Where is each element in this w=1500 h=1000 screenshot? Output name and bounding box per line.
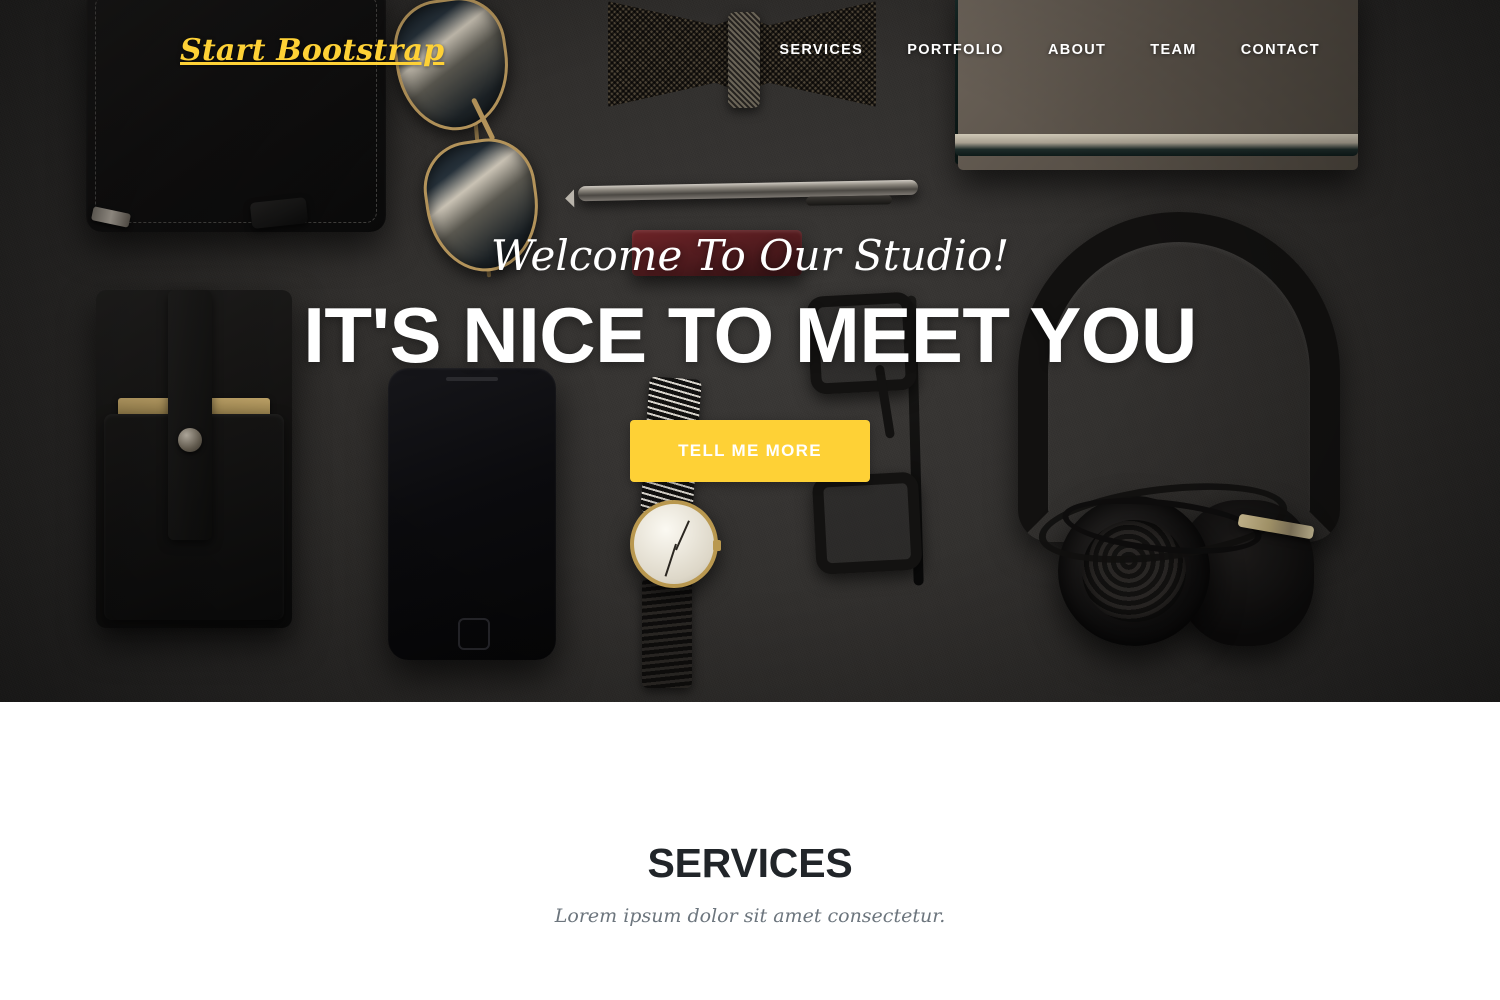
services-subheading: Lorem ipsum dolor sit amet consectetur. (554, 905, 946, 927)
nav-link-services[interactable]: Services (779, 42, 863, 58)
tell-me-more-button[interactable]: Tell Me More (630, 419, 870, 482)
nav-link-about[interactable]: About (1048, 42, 1106, 58)
nav-links: Services Portfolio About Team Contact (779, 42, 1320, 58)
nav-link-portfolio[interactable]: Portfolio (907, 42, 1004, 58)
hero-heading: It's Nice To Meet You (303, 291, 1197, 380)
brand-logo[interactable]: Start Bootstrap (180, 33, 444, 68)
hero-content: Welcome To Our Studio! It's Nice To Meet… (0, 0, 1500, 702)
nav-link-team[interactable]: Team (1150, 42, 1196, 58)
hero-lead-text: Welcome To Our Studio! (490, 231, 1010, 281)
main-navbar: Start Bootstrap Services Portfolio About… (0, 0, 1500, 100)
services-section: Services Lorem ipsum dolor sit amet cons… (0, 702, 1500, 1000)
nav-link-contact[interactable]: Contact (1241, 42, 1320, 58)
masthead-hero: Start Bootstrap Services Portfolio About… (0, 0, 1500, 702)
services-heading: Services (647, 840, 853, 886)
